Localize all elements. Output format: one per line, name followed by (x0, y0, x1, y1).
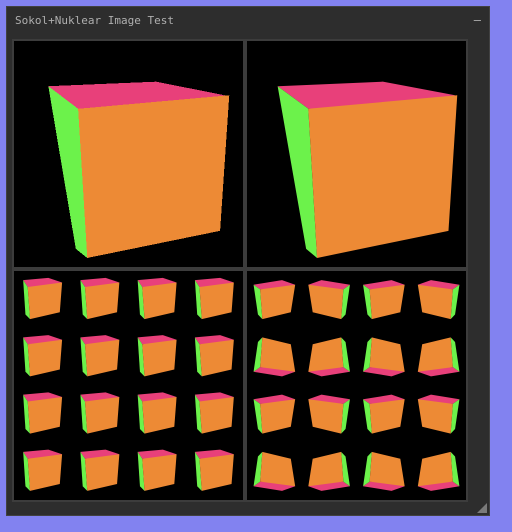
resize-grip-icon[interactable] (477, 503, 487, 513)
cube-image-mirror (247, 271, 466, 500)
window-titlebar[interactable]: Sokol+Nuklear Image Test – (7, 7, 489, 33)
nuklear-window: Sokol+Nuklear Image Test – (6, 6, 490, 516)
cube-image-nearest (14, 41, 243, 267)
image-panel-linear (245, 39, 468, 269)
minimize-icon[interactable]: – (474, 13, 481, 27)
cube-image-repeat (14, 271, 243, 500)
image-panel-nearest (12, 39, 245, 269)
image-panel-mirror (245, 269, 468, 502)
image-panel-repeat (12, 269, 245, 502)
cube-image-linear (247, 41, 466, 267)
window-title: Sokol+Nuklear Image Test (15, 13, 174, 27)
